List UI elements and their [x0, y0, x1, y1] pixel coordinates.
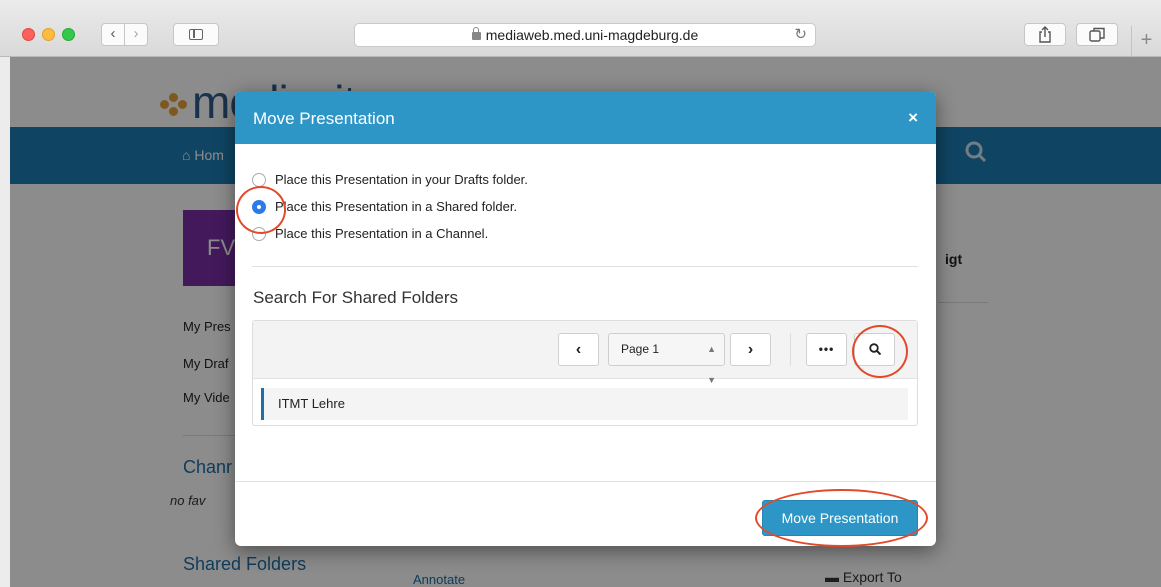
ellipsis-icon: •••	[818, 342, 835, 356]
option-drafts-label: Place this Presentation in your Drafts f…	[275, 172, 528, 187]
chevron-right-icon: ›	[133, 25, 139, 42]
address-bar[interactable]: mediaweb.med.uni-magdeburg.de ↻	[354, 23, 816, 47]
share-button[interactable]	[1024, 23, 1066, 46]
dialog-header: Move Presentation ×	[235, 91, 936, 144]
tab-overview-button[interactable]	[1076, 23, 1118, 46]
sidebar-toggle-button[interactable]	[173, 23, 219, 46]
tabs-icon	[1089, 27, 1105, 42]
forward-button[interactable]: ›	[124, 23, 148, 46]
annotation-ring-shared-option	[236, 186, 286, 234]
close-window-button[interactable]	[22, 28, 35, 41]
option-shared-label: Place this Presentation in a Shared fold…	[275, 199, 518, 214]
dialog-divider	[252, 266, 918, 267]
lock-icon	[471, 27, 481, 40]
search-shared-folders-heading: Search For Shared Folders	[253, 288, 459, 307]
page-select-value: Page 1	[621, 342, 660, 356]
option-channel-label: Place this Presentation in a Channel.	[275, 226, 489, 241]
url-text: mediaweb.med.uni-magdeburg.de	[485, 27, 699, 43]
minimize-window-button[interactable]	[42, 28, 55, 41]
toolbar-separator	[790, 333, 791, 366]
folder-list-item[interactable]: ITMT Lehre	[261, 388, 908, 420]
more-options-button[interactable]: •••	[806, 333, 847, 366]
back-button[interactable]: ‹	[101, 23, 125, 46]
sidebar-icon	[189, 29, 203, 40]
share-icon	[1039, 26, 1051, 43]
radio-drafts[interactable]	[252, 172, 266, 187]
chevron-left-icon: ‹	[575, 341, 582, 358]
previous-page-button[interactable]: ‹	[558, 333, 599, 366]
next-page-button[interactable]: ›	[730, 333, 771, 366]
dialog-footer-divider	[235, 481, 936, 482]
annotation-ring-move-button	[755, 489, 928, 547]
option-drafts-folder[interactable]: Place this Presentation in your Drafts f…	[252, 172, 528, 187]
select-arrows-icon: ▲ ▼	[707, 344, 716, 385]
shared-folder-browser: ‹ Page 1 ▲ ▼ › ••• ITMT Lehre	[252, 320, 918, 426]
page-select[interactable]: Page 1 ▲ ▼	[608, 333, 725, 385]
new-tab-button[interactable]: +	[1131, 26, 1161, 57]
folder-toolbar: ‹ Page 1 ▲ ▼ › •••	[253, 321, 917, 385]
move-presentation-dialog: Move Presentation × Place this Presentat…	[235, 91, 936, 546]
close-icon[interactable]: ×	[908, 108, 918, 128]
chevron-left-icon: ‹	[110, 25, 116, 42]
dialog-title: Move Presentation	[253, 109, 395, 128]
option-channel[interactable]: Place this Presentation in a Channel.	[252, 226, 488, 241]
zoom-window-button[interactable]	[62, 28, 75, 41]
browser-toolbar: ‹ › mediaweb.med.uni-magdeburg.de ↻ +	[0, 0, 1161, 57]
option-shared-folder[interactable]: Place this Presentation in a Shared fold…	[252, 199, 517, 214]
annotation-ring-search-button	[852, 325, 908, 378]
reload-icon[interactable]: ↻	[794, 24, 807, 46]
chevron-right-icon: ›	[747, 341, 754, 358]
